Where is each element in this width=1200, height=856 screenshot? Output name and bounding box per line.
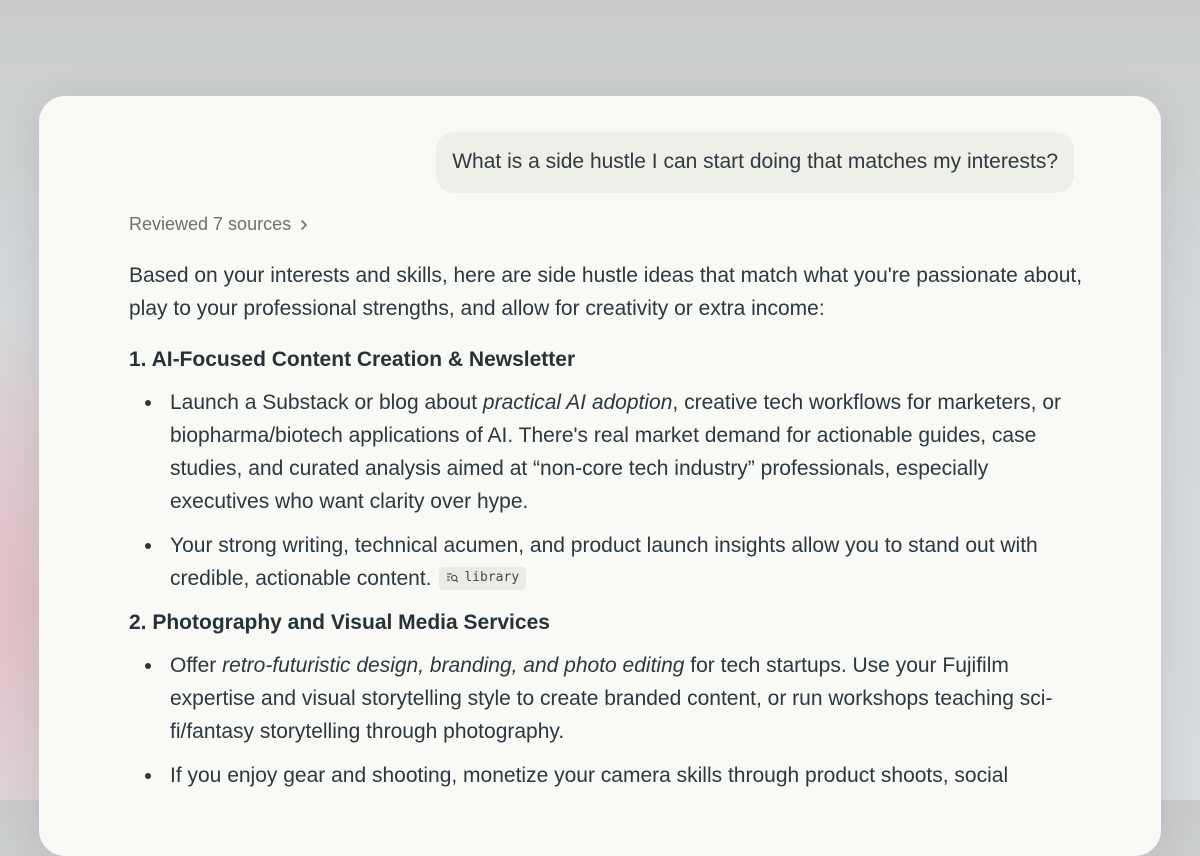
chip-label: library xyxy=(464,569,520,585)
user-message-bubble: What is a side hustle I can start doing … xyxy=(436,132,1074,193)
bullet-list: Launch a Substack or blog about practica… xyxy=(129,386,1089,595)
list-item: Launch a Substack or blog about practica… xyxy=(145,386,1089,518)
bullet-emphasis: practical AI adoption xyxy=(482,391,673,414)
intro-paragraph: Based on your interests and skills, here… xyxy=(129,264,1083,320)
chevron-right-icon xyxy=(301,219,307,230)
list-item: If you enjoy gear and shooting, monetize… xyxy=(145,759,1089,792)
section-heading: 1. AI-Focused Content Creation & Newslet… xyxy=(129,348,576,371)
bullet-text: Your strong writing, technical acumen, a… xyxy=(170,534,1038,590)
list-item: Offer retro-futuristic design, branding,… xyxy=(145,649,1089,748)
bullet-text: Launch a Substack or blog about xyxy=(170,391,483,414)
sources-label: Reviewed 7 sources xyxy=(129,214,292,234)
bullet-text: If you enjoy gear and shooting, monetize… xyxy=(170,764,1009,787)
chat-panel: What is a side hustle I can start doing … xyxy=(39,96,1161,856)
section-heading: 2. Photography and Visual Media Services xyxy=(129,611,550,634)
source-citation-chip[interactable]: library xyxy=(439,566,527,590)
bullet-text: Offer xyxy=(170,654,223,677)
sources-toggle[interactable]: Reviewed 7 sources xyxy=(129,214,311,235)
assistant-response: Based on your interests and skills, here… xyxy=(129,259,1089,803)
library-search-icon xyxy=(447,573,459,583)
bullet-emphasis: retro-futuristic design, branding, and p… xyxy=(222,654,685,677)
bullet-list: Offer retro-futuristic design, branding,… xyxy=(129,649,1089,792)
list-item: Your strong writing, technical acumen, a… xyxy=(145,529,1089,595)
user-message-text: What is a side hustle I can start doing … xyxy=(452,150,1058,173)
